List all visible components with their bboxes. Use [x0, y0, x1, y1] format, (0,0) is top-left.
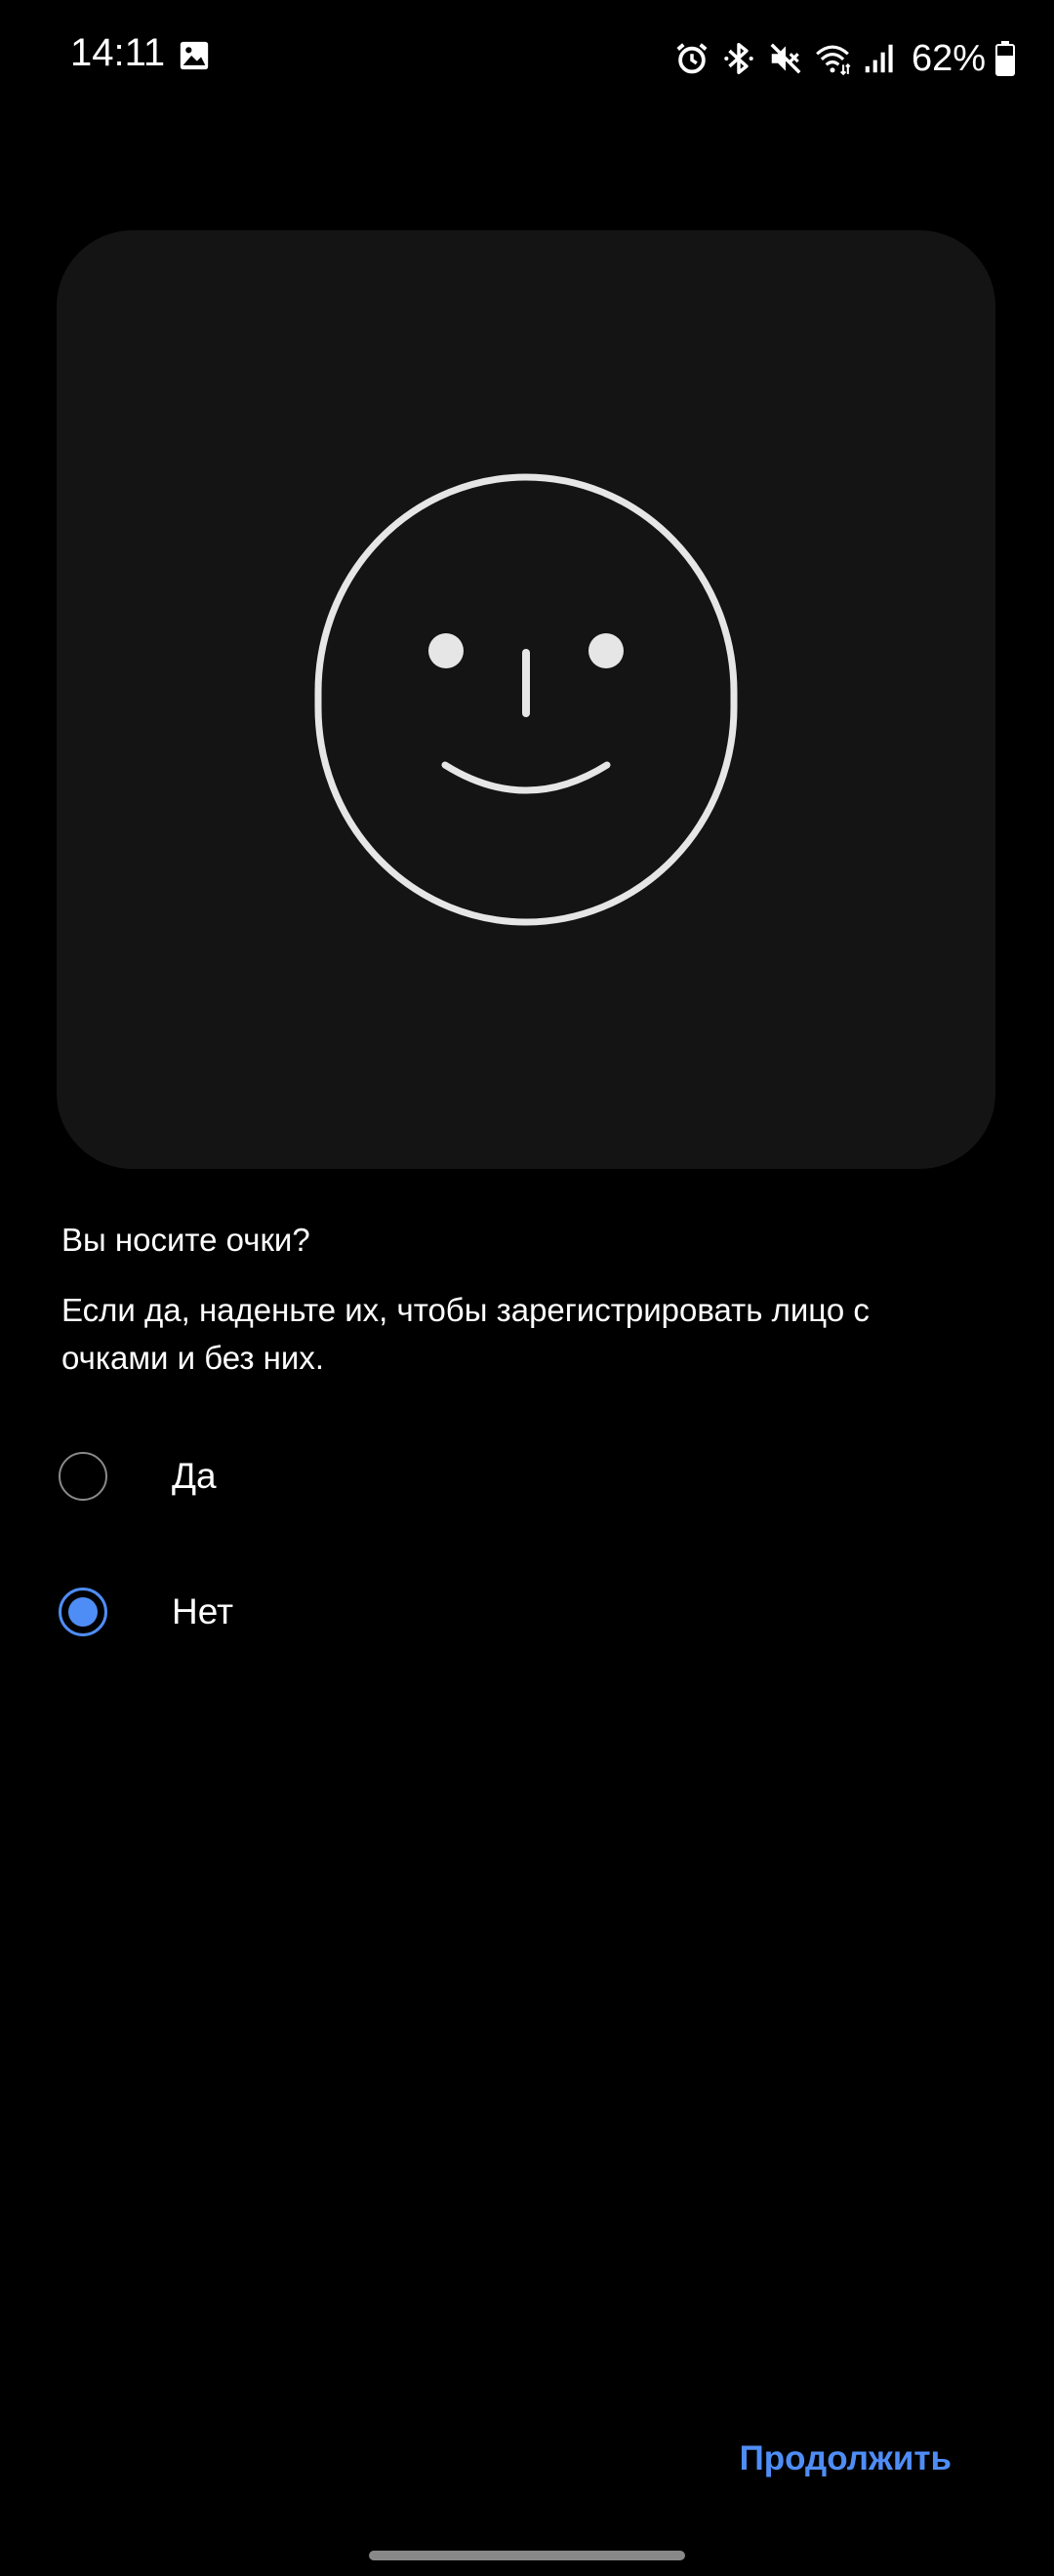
- option-yes[interactable]: Да: [59, 1437, 937, 1515]
- option-no[interactable]: Нет: [59, 1573, 937, 1651]
- gallery-icon: [180, 41, 209, 70]
- gesture-nav-handle[interactable]: [369, 2551, 685, 2560]
- battery-percent: 62%: [911, 37, 986, 79]
- alarm-icon: [676, 43, 708, 74]
- question-title: Вы носите очки?: [61, 1222, 310, 1258]
- battery-icon: [995, 41, 1015, 76]
- radio-no[interactable]: [59, 1588, 107, 1636]
- status-icons: 62%: [673, 33, 1015, 84]
- radio-yes[interactable]: [59, 1452, 107, 1501]
- mute-icon: [770, 43, 801, 74]
- signal-icon: [865, 44, 893, 73]
- option-yes-label: Да: [172, 1456, 217, 1496]
- bluetooth-icon: [724, 43, 753, 74]
- continue-button[interactable]: Продолжить: [740, 2439, 952, 2478]
- status-bar: 14:11 62%: [0, 0, 1054, 117]
- option-no-label: Нет: [172, 1591, 234, 1631]
- status-time: 14:11: [70, 31, 166, 74]
- question-hint: Если да, наденьте их, чтобы зарегистриро…: [61, 1292, 870, 1376]
- face-illustration-card: [57, 230, 995, 1169]
- wifi-icon: [816, 45, 851, 76]
- face-icon: [314, 473, 738, 926]
